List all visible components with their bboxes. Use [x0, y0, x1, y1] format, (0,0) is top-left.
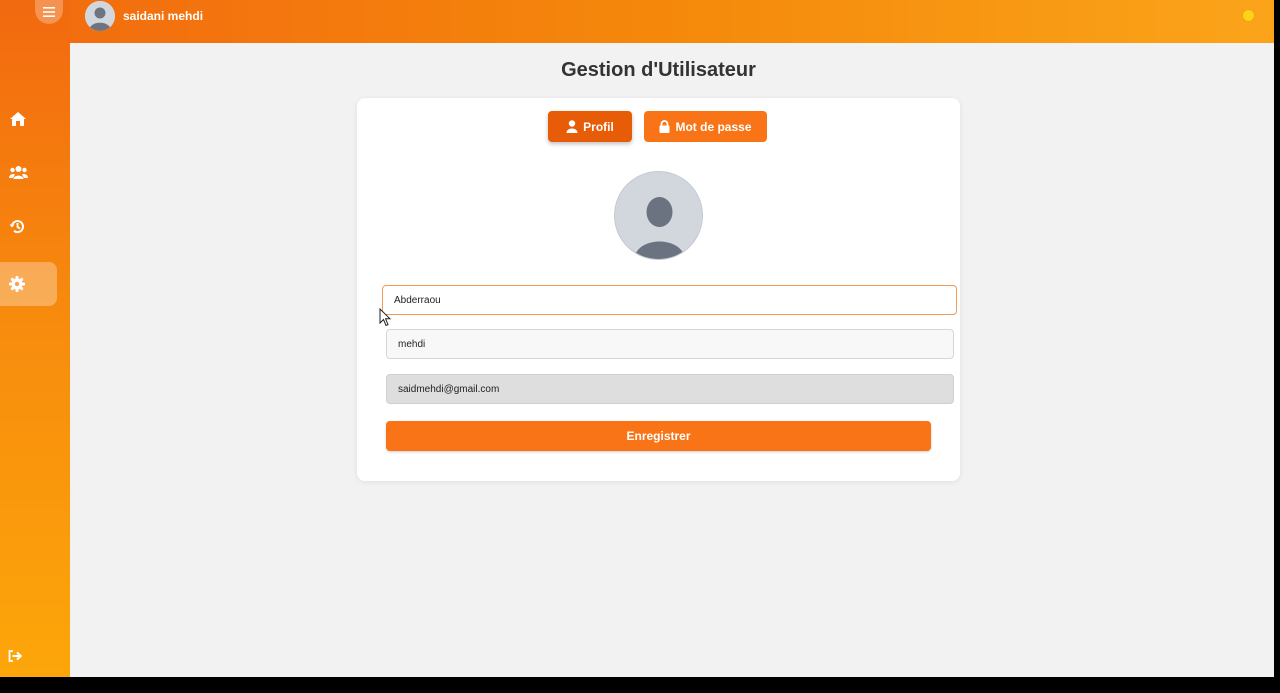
sidebar-item-users[interactable] — [0, 150, 57, 194]
user-name: saidani mehdi — [123, 9, 204, 23]
sidebar-item-settings[interactable] — [0, 262, 57, 306]
page-title: Gestion d'Utilisateur — [561, 59, 756, 81]
users-icon — [9, 165, 28, 179]
logout-icon — [8, 650, 22, 662]
app-window: saidani mehdi Gestion d'Utilisateur Prof… — [0, 0, 1274, 677]
email-input[interactable] — [386, 374, 954, 404]
tab-profil[interactable]: Profil — [548, 111, 632, 142]
profile-avatar-icon — [615, 172, 702, 259]
home-icon — [10, 112, 26, 126]
sidebar-item-history[interactable] — [0, 204, 57, 248]
user-management-card: Profil Mot de passe Enregistrer — [357, 98, 960, 481]
sidebar — [0, 0, 70, 677]
user-profile-header[interactable]: saidani mehdi — [85, 0, 203, 32]
lock-icon — [659, 120, 670, 133]
profile-avatar[interactable] — [614, 171, 703, 260]
user-avatar-icon — [85, 1, 115, 31]
logout-button[interactable] — [0, 636, 57, 676]
tab-mot-de-passe[interactable]: Mot de passe — [644, 111, 767, 142]
nom-input[interactable] — [386, 329, 954, 359]
tab-profil-label: Profil — [583, 119, 614, 134]
gear-icon — [9, 276, 25, 292]
hamburger-icon — [43, 7, 55, 17]
history-icon — [9, 219, 24, 233]
tab-mot-de-passe-label: Mot de passe — [675, 119, 752, 134]
sidebar-item-home[interactable] — [0, 97, 57, 141]
prenom-input[interactable] — [382, 285, 957, 315]
user-icon — [566, 120, 578, 133]
save-button[interactable]: Enregistrer — [386, 421, 931, 451]
mouse-cursor-icon — [379, 308, 391, 327]
avatar — [85, 1, 115, 31]
status-dot — [1242, 9, 1255, 22]
